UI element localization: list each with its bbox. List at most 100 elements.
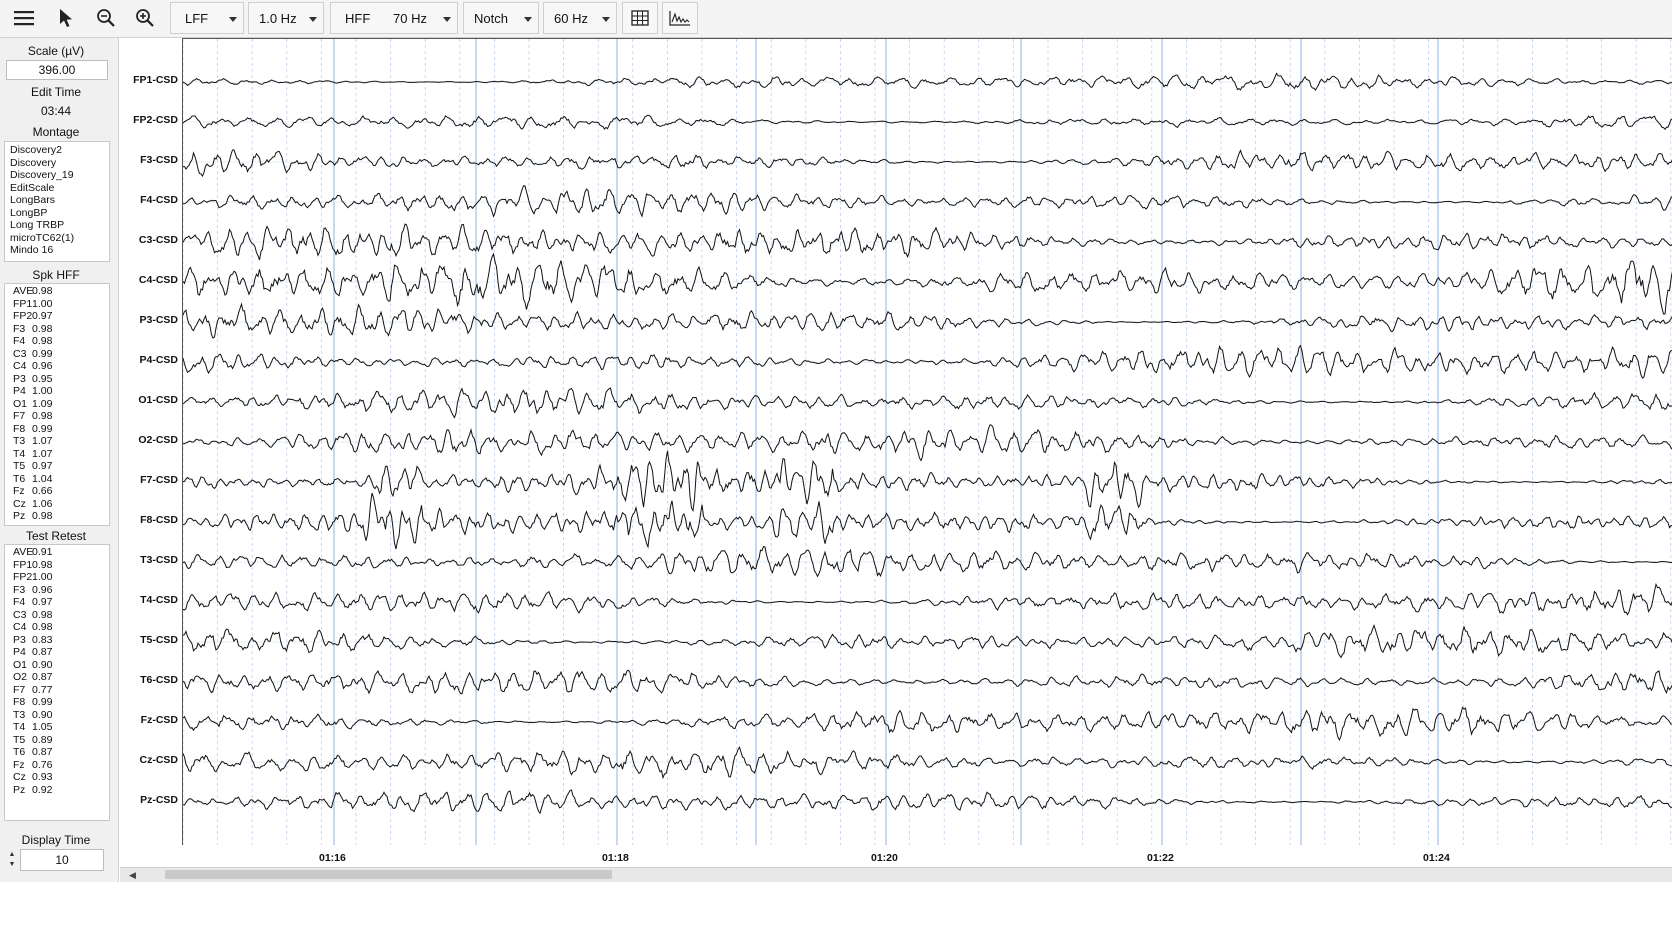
montage-item[interactable]: LongBP [5,207,109,220]
display-time-input[interactable]: 10 [20,849,104,871]
eeg-plot[interactable] [182,38,1672,845]
metric-channel: Pz [13,783,26,796]
metric-value: 0.97 [32,596,53,608]
metric-value: 0.99 [32,696,53,708]
metric-row: C3 0.98 [5,609,109,622]
time-label: 01:22 [1147,852,1174,864]
metric-row: P4 1.00 [5,385,109,398]
metric-value: 1.07 [32,447,53,460]
metric-value: 0.90 [32,708,53,721]
metric-row: FP21.00 [5,571,109,584]
montage-item[interactable]: EditScale [5,182,109,195]
montage-item[interactable]: Mindo 16 [5,244,109,257]
grid-icon[interactable] [622,2,658,34]
metric-row: T4 1.07 [5,448,109,461]
pointer-icon[interactable] [48,2,84,34]
metric-value: 0.83 [32,633,53,646]
metric-row: C3 0.99 [5,348,109,361]
metric-value: 1.00 [32,297,53,310]
display-time-spinner[interactable]: ▲ ▼ [6,850,18,872]
metric-value: 0.98 [32,608,53,621]
metric-row: O2 0.87 [5,671,109,684]
channel-label: Cz-CSD [139,754,179,766]
metric-value: 1.00 [32,385,53,397]
channel-label: C3-CSD [138,234,178,246]
metric-row: T4 1.05 [5,721,109,734]
lff-value-dropdown[interactable]: 1.0 Hz [248,2,324,34]
metric-value: 0.87 [32,671,53,683]
metric-channel: F4 [13,335,26,347]
metric-channel: Pz [13,510,26,522]
channel-label: O1-CSD [138,394,178,406]
zoom-in-icon[interactable] [127,2,163,34]
eeg-trace [183,387,1672,419]
channel-label: T6-CSD [140,674,178,686]
metric-value: 0.99 [32,422,53,435]
montage-item[interactable]: Discovery [5,157,109,170]
metric-channel: Cz [13,497,26,510]
metric-channel: C4 [13,360,27,372]
metric-channel: Cz [13,771,26,783]
metric-row: O1 0.90 [5,659,109,672]
montage-item[interactable]: microTC62(1) [5,232,109,245]
metric-channel: T3 [13,435,26,447]
lff-dropdown[interactable]: LFF [170,2,244,34]
sidebar: Scale (µV) 396.00 Edit Time 03:44 Montag… [0,38,119,941]
hff-value: 70 Hz [393,11,427,26]
hff-dropdown[interactable]: HFF 70 Hz [330,2,458,34]
montage-item[interactable]: Discovery2 [5,144,109,157]
metric-row: T6 1.04 [5,473,109,486]
eeg-trace [183,706,1672,742]
metric-channel: F7 [13,410,26,422]
metric-channel: C3 [13,347,27,360]
metric-row: Pz 0.92 [5,784,109,797]
metric-value: 0.77 [32,683,53,696]
scroll-left-icon[interactable]: ◀ [129,870,136,881]
metric-row: FP10.98 [5,559,109,572]
notch-label: Notch [474,11,508,26]
metric-value: 0.97 [32,460,53,472]
horizontal-scrollbar[interactable]: ◀ [120,867,1672,882]
montage-item[interactable]: Discovery_19 [5,169,109,182]
metric-row: F4 0.97 [5,596,109,609]
metric-value: 1.00 [32,571,53,583]
metric-channel: F3 [13,322,26,335]
montage-item[interactable]: Long TRBP [5,219,109,232]
metric-row: Fz 0.66 [5,485,109,498]
metric-row: AVE0.91 [5,546,109,559]
time-label: 01:18 [602,852,629,864]
chevron-down-icon [524,17,532,22]
lff-value: 1.0 Hz [259,11,297,26]
metric-row: C4 0.98 [5,621,109,634]
metric-channel: O1 [13,658,28,671]
metric-channel: O1 [13,397,28,410]
waveform-icon[interactable] [662,2,698,34]
channel-label: T4-CSD [140,594,178,606]
channel-label: FP2-CSD [133,114,178,126]
montage-item[interactable]: LongBars [5,194,109,207]
channel-label: F8-CSD [140,514,178,526]
scroll-thumb[interactable] [165,870,612,879]
zoom-out-icon[interactable] [88,2,124,34]
metric-value: 0.66 [32,485,53,497]
metric-channel: AVE [13,546,34,558]
eeg-trace [183,252,1672,315]
metric-row: AVE0.98 [5,285,109,298]
test-retest-title: Test Retest [25,529,87,543]
metric-value: 0.98 [32,621,53,633]
montage-list[interactable]: Discovery2 Discovery Discovery_19 EditScale… [4,141,110,262]
metric-row: T5 0.97 [5,460,109,473]
edit-time-title: Edit Time [30,85,81,99]
metric-value: 0.89 [32,733,53,746]
metric-row: F4 0.98 [5,335,109,348]
notch-value-dropdown[interactable]: 60 Hz [543,2,617,34]
notch-dropdown[interactable]: Notch [463,2,539,34]
scale-input[interactable]: 396.00 [6,60,108,80]
metric-value: 0.92 [32,783,53,796]
metric-value: 0.98 [32,335,53,347]
metric-value: 0.99 [32,347,53,360]
toolbar: LFF 1.0 Hz HFF 70 Hz Notch 60 Hz [0,0,1672,38]
metric-row: T3 0.90 [5,709,109,722]
eeg-trace [183,582,1672,616]
menu-icon[interactable] [6,2,42,34]
